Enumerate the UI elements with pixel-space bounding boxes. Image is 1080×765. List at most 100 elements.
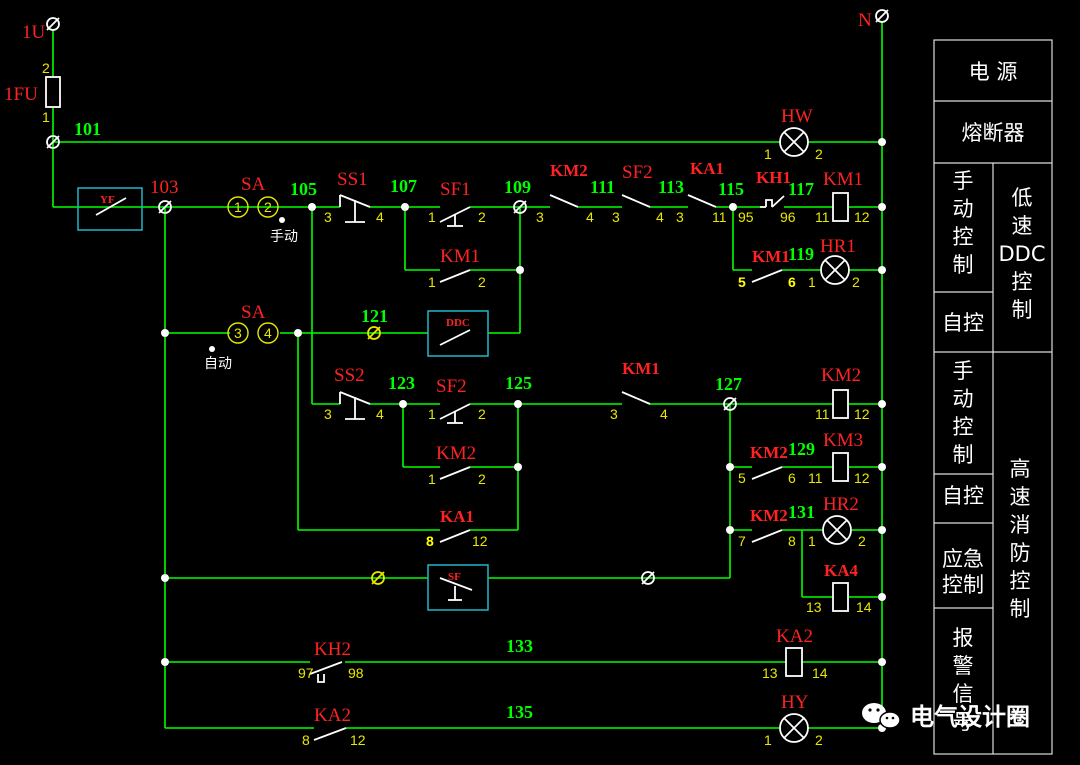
sa-t3: 3 — [234, 325, 242, 341]
svg-text:12: 12 — [854, 209, 870, 225]
svg-text:2: 2 — [852, 274, 860, 290]
km2-aux1-label: KM2 — [750, 443, 788, 462]
fuse-pin-top: 2 — [42, 60, 50, 76]
svg-text:2: 2 — [478, 274, 486, 290]
watermark: 电气设计圈 — [862, 703, 1030, 731]
svg-text:2: 2 — [815, 146, 823, 162]
ss1-label: SS1 — [337, 169, 368, 190]
svg-text:2: 2 — [478, 406, 486, 422]
svg-text:1: 1 — [428, 209, 436, 225]
wire-133: 133 — [506, 636, 533, 656]
svg-text:制: 制 — [1010, 597, 1031, 621]
svg-text:12: 12 — [854, 470, 870, 486]
svg-text:97: 97 — [298, 665, 314, 681]
legend-fuse: 熔断器 — [962, 121, 1025, 145]
wire-101: 101 — [74, 119, 101, 139]
contacts — [313, 194, 783, 741]
svg-text:制: 制 — [953, 443, 974, 467]
svg-text:11: 11 — [815, 209, 830, 225]
svg-text:3: 3 — [676, 209, 684, 225]
wechat-icon — [862, 703, 901, 729]
svg-text:3: 3 — [610, 406, 618, 422]
svg-text:95: 95 — [738, 209, 754, 225]
hr2-label: HR2 — [823, 494, 859, 515]
sf2-nc-label: SF2 — [622, 162, 653, 183]
sf1-label: SF1 — [440, 179, 471, 200]
svg-text:4: 4 — [660, 406, 668, 422]
svg-text:控: 控 — [1012, 270, 1033, 294]
svg-text:11: 11 — [712, 209, 727, 225]
ss1-stop-button — [339, 194, 371, 223]
fuse-label: 1FU — [4, 84, 38, 105]
svg-text:1: 1 — [808, 274, 816, 290]
wire-129: 129 — [788, 439, 815, 459]
svg-text:4: 4 — [376, 209, 384, 225]
svg-text:消: 消 — [1010, 513, 1031, 537]
svg-text:7: 7 — [738, 533, 746, 549]
svg-text:96: 96 — [780, 209, 796, 225]
svg-text:1: 1 — [808, 533, 816, 549]
sa-label-top: SA — [241, 174, 266, 195]
svg-text:3: 3 — [612, 209, 620, 225]
kh1-label: KH1 — [756, 168, 791, 187]
hy-label: HY — [781, 692, 809, 713]
hw-label: HW — [781, 106, 813, 127]
svg-text:警: 警 — [953, 654, 974, 678]
km2-nc-label: KM2 — [550, 161, 588, 180]
sa-auto-label: 自动 — [204, 355, 232, 371]
svg-text:控: 控 — [953, 415, 974, 439]
svg-text:11: 11 — [815, 406, 830, 422]
svg-text:手: 手 — [953, 359, 974, 383]
svg-text:4: 4 — [376, 406, 384, 422]
legend-table: 电 源 熔断器 手 动 控 制 自控 低 速 DDC 控 制 手 动 控 制 自… — [933, 39, 1053, 755]
svg-text:8: 8 — [302, 732, 310, 748]
control-circuit-diagram: 1U N 1FU 2 1 101 103 105 107 109 111 113… — [4, 9, 1053, 755]
svg-text:DDC: DDC — [998, 242, 1045, 266]
sa-manual-label: 手动 — [270, 228, 298, 244]
svg-text:制: 制 — [1012, 298, 1033, 322]
svg-text:制: 制 — [953, 253, 974, 277]
svg-text:14: 14 — [856, 599, 872, 615]
ka1-label: KA1 — [440, 507, 474, 526]
wire-131: 131 — [788, 502, 815, 522]
sa-t1: 1 — [234, 199, 242, 215]
sf-label: SF — [448, 571, 461, 583]
sa-label-bottom: SA — [241, 302, 266, 323]
svg-text:12: 12 — [350, 732, 366, 748]
neutral-label: N — [858, 10, 872, 31]
svg-text:2: 2 — [478, 209, 486, 225]
svg-text:8: 8 — [788, 533, 796, 549]
sa-t4: 4 — [264, 325, 272, 341]
sf1-start-button — [439, 206, 471, 227]
sf2-label: SF2 — [436, 376, 467, 397]
ka2-coil-label: KA2 — [776, 626, 813, 647]
terminal-marks — [46, 9, 889, 585]
wire-119: 119 — [788, 244, 814, 264]
legend-power: 电 源 — [969, 60, 1018, 84]
svg-text:控制: 控制 — [942, 573, 984, 597]
svg-text:5: 5 — [738, 274, 746, 290]
svg-text:13: 13 — [762, 665, 778, 681]
wire-103: 103 — [150, 177, 179, 198]
ss2-label: SS2 — [334, 365, 365, 386]
svg-text:5: 5 — [738, 470, 746, 486]
km1-hr1-label: KM1 — [752, 247, 790, 266]
legend-auto-1: 自控 — [942, 311, 984, 335]
km2-aux-label: KM2 — [436, 443, 476, 464]
kh1-thermal-contact — [760, 195, 785, 208]
phase-label: 1U — [22, 22, 46, 43]
yf-label: YF — [100, 194, 115, 206]
wire-105: 105 — [290, 179, 317, 199]
svg-text:动: 动 — [953, 387, 974, 411]
svg-text:控: 控 — [953, 225, 974, 249]
svg-text:8: 8 — [426, 533, 434, 549]
wire-117: 117 — [788, 179, 814, 199]
svg-text:3: 3 — [324, 209, 332, 225]
svg-text:6: 6 — [788, 470, 796, 486]
km1-nc-label: KM1 — [622, 359, 660, 378]
fuse-pin-bottom: 1 — [42, 109, 50, 125]
ka1-nc-label: KA1 — [690, 159, 724, 178]
svg-text:13: 13 — [806, 599, 822, 615]
svg-text:14: 14 — [812, 665, 828, 681]
legend-auto-2: 自控 — [942, 484, 984, 508]
